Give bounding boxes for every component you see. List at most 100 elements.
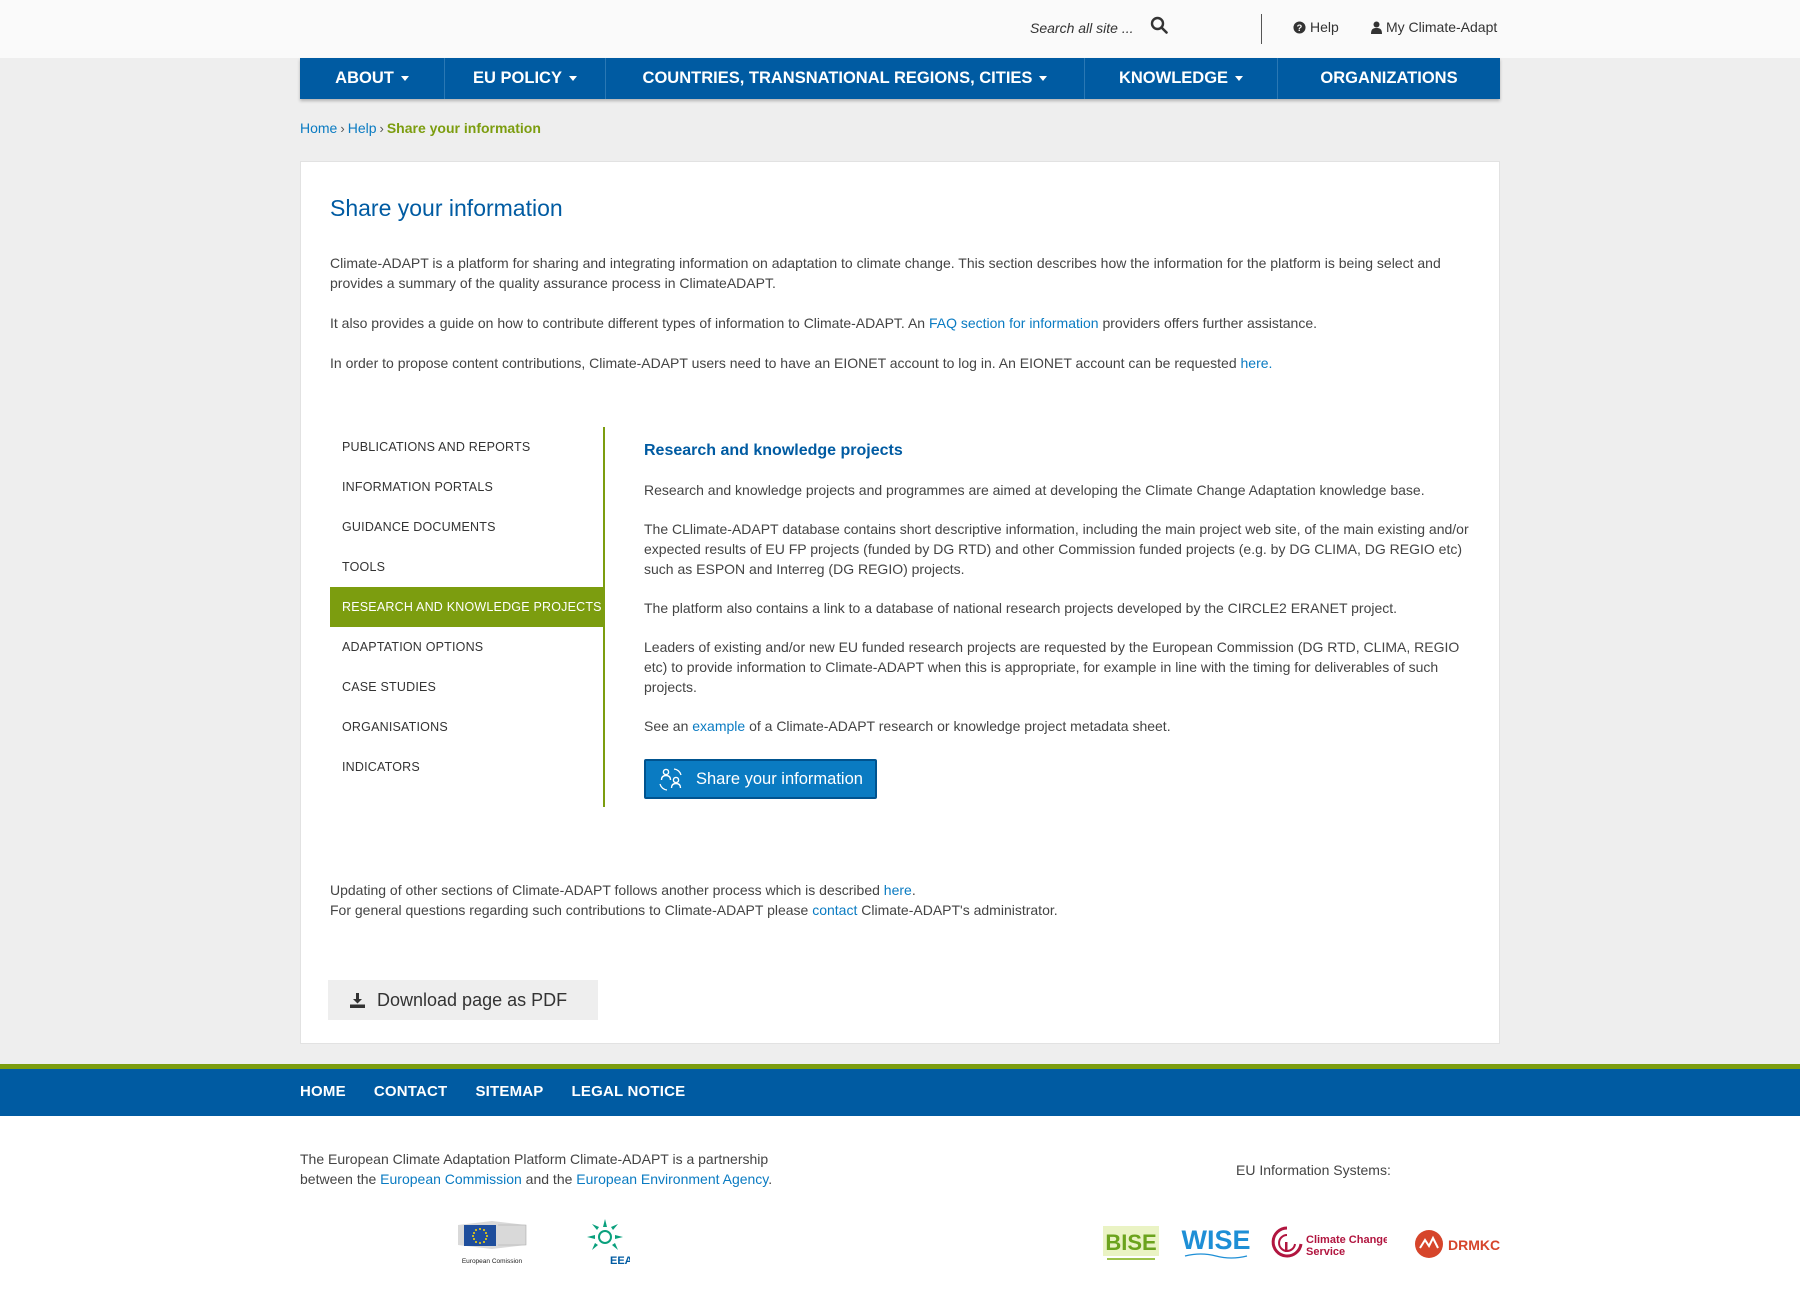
update-note: Updating of other sections of Climate-AD…: [330, 880, 1058, 900]
section-paragraph: Leaders of existing and/or new EU funded…: [644, 639, 1460, 695]
sidebar-item-publications[interactable]: PUBLICATIONS AND REPORTS: [330, 427, 603, 467]
ec-logo-caption: European Comission: [461, 1258, 523, 1265]
chevron-right-icon: ›: [340, 120, 345, 136]
footer-link-sitemap[interactable]: SITEMAP: [475, 1083, 543, 1100]
copernicus-climate-change-logo[interactable]: Climate Change Service: [1271, 1224, 1389, 1269]
wise-logo[interactable]: WISE: [1181, 1225, 1251, 1266]
european-commission-logo[interactable]: European Comission: [456, 1219, 528, 1265]
eea-link[interactable]: European Environment Agency: [576, 1171, 768, 1187]
copernicus-text-2: Service: [1306, 1246, 1345, 1258]
partnership-text: The European Climate Adaptation Platform…: [300, 1149, 772, 1189]
p5-text: See an: [644, 718, 693, 734]
share-information-button[interactable]: Share your information: [644, 759, 877, 799]
section-content: Research and knowledge projects Research…: [644, 442, 1469, 799]
question-circle-icon: ?: [1293, 20, 1306, 34]
content-card: Share your information Climate-ADAPT is …: [300, 161, 1500, 1044]
page-title: Share your information: [330, 195, 563, 221]
contribution-notes: Updating of other sections of Climate-AD…: [330, 880, 1058, 920]
caret-down-icon: [1039, 76, 1048, 81]
nav-eu-policy[interactable]: EU POLICY: [445, 58, 606, 99]
contact-note: For general questions regarding such con…: [330, 900, 1058, 920]
nav-eu-policy-label: EU POLICY: [473, 69, 562, 87]
breadcrumb: Home › Help › Share your information: [300, 120, 541, 136]
search-icon[interactable]: [1150, 16, 1168, 39]
eu-systems-label: EU Information Systems:: [1236, 1162, 1391, 1178]
intro2-text-end: providers offers further assistance.: [1098, 315, 1317, 331]
section-paragraph: Research and knowledge projects and prog…: [644, 482, 1425, 498]
footer-link-home[interactable]: HOME: [300, 1083, 346, 1100]
my-climate-adapt-label: My Climate-Adapt: [1386, 19, 1498, 35]
nav-knowledge[interactable]: KNOWLEDGE: [1085, 58, 1278, 99]
sidebar-item-adaptation-options[interactable]: ADAPTATION OPTIONS: [330, 627, 603, 667]
nav-knowledge-label: KNOWLEDGE: [1118, 69, 1229, 87]
european-commission-link[interactable]: European Commission: [380, 1171, 522, 1187]
top-bar: Search all site ... ? Help My Climate-Ad…: [0, 0, 1800, 58]
p5-text-end: of a Climate-ADAPT research or knowledge…: [745, 718, 1171, 734]
footer-link-legal-notice[interactable]: LEGAL NOTICE: [572, 1083, 686, 1100]
partnership-line-1: The European Climate Adaptation Platform…: [300, 1151, 769, 1167]
sidebar-item-indicators[interactable]: INDICATORS: [330, 747, 603, 787]
wise-logo-text: WISE: [1181, 1225, 1250, 1255]
eea-logo-text: EEA: [610, 1255, 630, 1267]
update-note-text: Updating of other sections of Climate-AD…: [330, 882, 884, 898]
partnership-line-2: between the European Commission and the …: [300, 1169, 772, 1189]
eea-logo[interactable]: EEA: [580, 1215, 633, 1272]
breadcrumb-home[interactable]: Home: [300, 120, 337, 136]
eionet-request-link[interactable]: here.: [1241, 355, 1273, 371]
partnership-text-a: between the: [300, 1171, 381, 1187]
help-label: Help: [1310, 19, 1339, 35]
main-nav: ABOUT EU POLICY COUNTRIES, TRANSNATIONAL…: [300, 58, 1500, 99]
my-climate-adapt-link[interactable]: My Climate-Adapt: [1371, 19, 1497, 35]
chevron-right-icon: ›: [379, 120, 384, 136]
caret-down-icon: [568, 76, 577, 81]
caret-down-icon: [1235, 76, 1244, 81]
footer-link-contact[interactable]: CONTACT: [374, 1083, 448, 1100]
section-heading: Research and knowledge projects: [644, 442, 903, 459]
bise-logo[interactable]: BISE: [1103, 1224, 1159, 1269]
contact-note-text: For general questions regarding such con…: [330, 902, 813, 918]
sidebar-item-organisations[interactable]: ORGANISATIONS: [330, 707, 603, 747]
nav-countries[interactable]: COUNTRIES, TRANSNATIONAL REGIONS, CITIES: [606, 58, 1085, 99]
sidebar-item-guidance-documents[interactable]: GUIDANCE DOCUMENTS: [330, 507, 603, 547]
partnership-text-c: .: [768, 1171, 773, 1187]
process-here-link[interactable]: here: [884, 882, 912, 898]
sidebar-item-information-portals[interactable]: INFORMATION PORTALS: [330, 467, 603, 507]
faq-link[interactable]: FAQ section for information: [929, 315, 1099, 331]
nav-about-label: ABOUT: [335, 69, 394, 87]
sidebar-item-case-studies[interactable]: CASE STUDIES: [330, 667, 603, 707]
intro2-text: It also provides a guide on how to contr…: [330, 315, 929, 331]
intro-paragraph-2: It also provides a guide on how to contr…: [330, 313, 1470, 333]
copernicus-text-1: Climate Change: [1306, 1234, 1387, 1246]
nav-organizations-label: ORGANIZATIONS: [1320, 69, 1458, 87]
divider: [1261, 14, 1262, 44]
update-note-end: .: [911, 882, 916, 898]
nav-organizations[interactable]: ORGANIZATIONS: [1278, 58, 1500, 99]
intro-paragraph-3: In order to propose content contribution…: [330, 353, 1470, 373]
contact-note-end: Climate-ADAPT's administrator.: [857, 902, 1058, 918]
svg-text:?: ?: [1297, 22, 1303, 32]
example-link[interactable]: example: [692, 718, 745, 734]
download-pdf-button[interactable]: Download page as PDF: [328, 980, 598, 1020]
contact-link[interactable]: contact: [812, 902, 857, 918]
section-paragraph: See an example of a Climate-ADAPT resear…: [644, 716, 1469, 736]
download-icon: [350, 992, 365, 1008]
breadcrumb-help[interactable]: Help: [348, 120, 377, 136]
intro-paragraph-1: Climate-ADAPT is a platform for sharing …: [330, 255, 1441, 291]
section-paragraph: The CLlimate-ADAPT database contains sho…: [644, 521, 1469, 577]
site-search[interactable]: Search all site ...: [1030, 16, 1168, 39]
section-paragraph: The platform also contains a link to a d…: [644, 600, 1398, 616]
caret-down-icon: [400, 76, 409, 81]
drmkc-logo[interactable]: DRMKC: [1414, 1228, 1502, 1267]
nav-countries-label: COUNTRIES, TRANSNATIONAL REGIONS, CITIES: [642, 69, 1033, 87]
share-button-label: Share your information: [696, 769, 863, 788]
partnership-text-b: and the: [521, 1171, 577, 1187]
sidebar-item-tools[interactable]: TOOLS: [330, 547, 603, 587]
search-input[interactable]: Search all site ...: [1030, 20, 1140, 36]
help-link[interactable]: ? Help: [1293, 19, 1339, 35]
nav-about[interactable]: ABOUT: [300, 58, 445, 99]
download-pdf-label: Download page as PDF: [377, 989, 568, 1010]
bise-logo-text: BISE: [1105, 1230, 1156, 1255]
share-users-icon: [659, 768, 682, 791]
footer-nav: HOME CONTACT SITEMAP LEGAL NOTICE: [0, 1069, 1800, 1116]
sidebar-item-research-projects[interactable]: RESEARCH AND KNOWLEDGE PROJECTS: [330, 587, 603, 627]
